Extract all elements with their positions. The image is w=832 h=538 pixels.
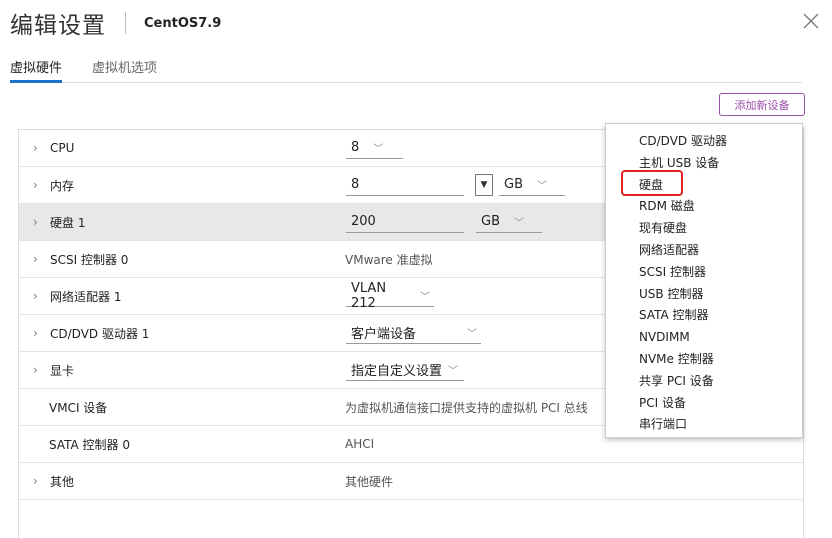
row-label: CD/DVD 驱动器 1 <box>50 326 150 341</box>
close-icon[interactable] <box>802 12 820 30</box>
chevron-down-icon: ﹀ <box>467 329 477 340</box>
network-value: VLAN 212 <box>351 280 387 311</box>
row-value: AHCI <box>345 437 375 451</box>
chevron-right-icon[interactable]: › <box>33 327 43 339</box>
row-label: 内存 <box>50 178 75 193</box>
chevron-right-icon[interactable]: › <box>33 290 43 302</box>
row-value: 为虚拟机通信接口提供支持的虚拟机 PCI 总线 <box>345 400 588 415</box>
table-row-other[interactable]: › 其他 其他硬件 <box>19 463 803 500</box>
tab-virtual-hardware[interactable]: 虚拟硬件 <box>10 53 63 83</box>
menu-item-host-usb[interactable]: 主机 USB 设备 <box>606 153 802 175</box>
row-label: VMCI 设备 <box>49 400 108 415</box>
chevron-down-icon: ﹀ <box>448 366 459 377</box>
disk-unit-select[interactable]: GB ﹀ <box>476 211 542 233</box>
dropdown-arrow-icon[interactable]: ▼ <box>475 174 493 196</box>
row-label: 硬盘 1 <box>50 215 86 230</box>
row-label: SATA 控制器 0 <box>49 437 130 452</box>
chevron-right-icon[interactable]: › <box>33 142 43 154</box>
menu-item-scsi-controller[interactable]: SCSI 控制器 <box>606 262 802 284</box>
menu-item-rdm-disk[interactable]: RDM 磁盘 <box>606 196 802 218</box>
disk-unit: GB <box>481 214 500 229</box>
menu-item-serial-port[interactable]: 串行端口 <box>606 414 802 436</box>
chevron-right-icon[interactable]: › <box>33 364 43 376</box>
row-label: 其他 <box>50 474 75 489</box>
edit-settings-dialog: 编辑设置 CentOS7.9 虚拟硬件 虚拟机选项 添加新设备 › CPU 8 … <box>0 0 832 538</box>
memory-unit-select[interactable]: GB ﹀ <box>499 174 565 196</box>
menu-item-network-adapter[interactable]: 网络适配器 <box>606 240 802 262</box>
menu-item-nvme-controller[interactable]: NVMe 控制器 <box>606 349 802 371</box>
tab-bar: 虚拟硬件 虚拟机选项 <box>10 53 802 83</box>
dialog-title: 编辑设置 <box>10 13 106 39</box>
row-value: VLAN 212 ﹀ <box>346 281 434 311</box>
row-value: 指定自定义设置 ﹀ <box>346 359 464 381</box>
memory-input[interactable]: 8 <box>346 174 464 196</box>
row-value: 8 ﹀ <box>346 137 403 159</box>
row-value: 其他硬件 <box>345 474 394 489</box>
row-label: 显卡 <box>50 363 75 378</box>
title-separator <box>125 12 126 34</box>
cd-dvd-value: 客户端设备 <box>351 327 417 342</box>
chevron-down-icon: ﹀ <box>420 292 430 303</box>
cpu-value: 8 <box>351 140 360 155</box>
row-value: 8 ▼ GB ﹀ <box>346 174 565 196</box>
row-label: CPU <box>50 141 75 155</box>
chevron-down-icon: ﹀ <box>537 181 547 192</box>
disk-size-input[interactable]: 200 <box>346 211 464 233</box>
row-label: 网络适配器 1 <box>50 289 122 304</box>
menu-item-cd-dvd[interactable]: CD/DVD 驱动器 <box>606 131 802 153</box>
chevron-right-icon[interactable]: › <box>33 216 43 228</box>
chevron-right-icon[interactable]: › <box>33 253 43 265</box>
tab-vm-options[interactable]: 虚拟机选项 <box>92 53 157 83</box>
menu-item-sata-controller[interactable]: SATA 控制器 <box>606 305 802 327</box>
row-value: 200 GB ﹀ <box>346 211 542 233</box>
menu-item-shared-pci[interactable]: 共享 PCI 设备 <box>606 371 802 393</box>
dialog-header: 编辑设置 CentOS7.9 <box>10 6 221 40</box>
menu-item-existing-disk[interactable]: 现有硬盘 <box>606 218 802 240</box>
vm-name: CentOS7.9 <box>144 15 222 31</box>
row-value: 客户端设备 ﹀ <box>346 322 481 344</box>
menu-item-nvdimm[interactable]: NVDIMM <box>606 327 802 349</box>
add-new-device-button[interactable]: 添加新设备 <box>719 93 805 116</box>
chevron-down-icon: ﹀ <box>373 144 384 155</box>
cpu-select[interactable]: 8 ﹀ <box>346 137 403 159</box>
row-label: SCSI 控制器 0 <box>50 252 129 267</box>
chevron-right-icon[interactable]: › <box>33 475 43 487</box>
menu-item-hard-disk[interactable]: 硬盘 <box>606 175 802 197</box>
network-select[interactable]: VLAN 212 ﹀ <box>346 281 434 311</box>
video-card-select[interactable]: 指定自定义设置 ﹀ <box>346 359 464 381</box>
menu-item-pci-device[interactable]: PCI 设备 <box>606 393 802 415</box>
video-card-value: 指定自定义设置 <box>351 364 443 379</box>
cd-dvd-select[interactable]: 客户端设备 ﹀ <box>346 322 481 344</box>
memory-unit: GB <box>504 177 523 192</box>
menu-item-usb-controller[interactable]: USB 控制器 <box>606 284 802 306</box>
add-device-menu: CD/DVD 驱动器 主机 USB 设备 硬盘 RDM 磁盘 现有硬盘 网络适配… <box>605 123 803 438</box>
chevron-right-icon[interactable]: › <box>33 179 43 191</box>
row-value: VMware 准虚拟 <box>345 252 433 267</box>
chevron-down-icon: ﹀ <box>514 218 524 229</box>
